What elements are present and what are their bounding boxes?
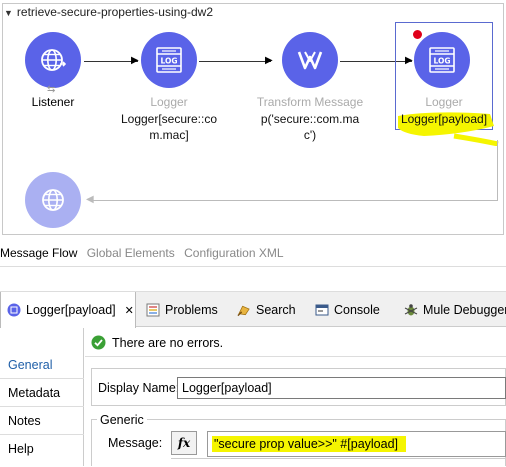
tab-search-label: Search <box>256 303 296 317</box>
tab-problems-label: Problems <box>165 303 218 317</box>
transform-detail: p('secure::com.ma c') <box>250 111 370 143</box>
logger-label-1: Logger <box>150 95 188 109</box>
logger-detail-1: Logger[secure::co m.mac] <box>109 111 229 143</box>
nav-help[interactable]: Help <box>8 442 34 456</box>
status-row: There are no errors. <box>91 335 223 350</box>
log-icon: LOG <box>156 47 182 73</box>
logger-detail-1-line1: Logger[secure::co <box>120 112 218 126</box>
breakpoint-icon[interactable] <box>413 30 422 39</box>
nav-general[interactable]: General <box>8 358 52 372</box>
message-input[interactable]: "secure prop value>>" #[payload] <box>207 431 506 457</box>
close-icon[interactable]: ✕ <box>125 304 134 317</box>
status-message: There are no errors. <box>112 335 224 350</box>
check-icon <box>91 335 106 350</box>
generic-group-title: Generic <box>97 413 147 427</box>
properties-nav: General Metadata Notes Help <box>0 328 84 466</box>
arrow-head-icon: ◀ <box>86 194 94 205</box>
search-icon <box>237 303 251 317</box>
log-text: LOG <box>160 57 177 66</box>
logger-node-1[interactable]: LOG <box>141 32 197 88</box>
log-text: LOG <box>433 57 450 66</box>
display-name-label: Display Name: <box>98 381 180 395</box>
nav-divider <box>0 434 84 435</box>
tab-logger-label: Logger[payload] <box>26 303 116 317</box>
display-name-input[interactable]: Logger[payload] <box>177 377 506 399</box>
logger-node-2[interactable]: LOG <box>414 32 470 88</box>
fx-expression-toggle[interactable]: fx <box>171 431 197 455</box>
tab-search[interactable]: Search <box>237 292 296 328</box>
logger-tab-icon <box>7 303 21 317</box>
transform-detail-line1: p('secure::com.ma <box>260 112 360 126</box>
listener-node[interactable] <box>25 32 81 88</box>
transform-detail-line2: c') <box>303 128 317 142</box>
response-arrow <box>93 200 498 201</box>
tab-mule-debugger-label: Mule Debugger <box>423 303 506 317</box>
logger-detail-1-line2: m.mac] <box>149 128 189 142</box>
tab-console-label: Console <box>334 303 380 317</box>
problems-icon <box>146 303 160 317</box>
response-connector <box>497 140 498 201</box>
message-value: "secure prop value>>" #[payload] <box>212 436 406 452</box>
arrow-head-icon: ▶ <box>265 55 273 66</box>
response-listener-node[interactable] <box>25 172 81 228</box>
flow-title[interactable]: ▼ retrieve-secure-properties-using-dw2 <box>4 5 213 19</box>
transform-icon <box>297 51 323 70</box>
flow-canvas: ▼ retrieve-secure-properties-using-dw2 ⇆ … <box>0 0 506 242</box>
arrow-head-icon: ▶ <box>131 55 139 66</box>
log-icon: LOG <box>429 47 455 73</box>
tab-message-flow[interactable]: Message Flow <box>0 246 77 260</box>
tab-console[interactable]: Console <box>315 292 380 328</box>
editor-tabs: Message Flow Global Elements Configurati… <box>0 246 290 266</box>
tab-configuration-xml[interactable]: Configuration XML <box>184 246 283 260</box>
tab-mule-debugger[interactable]: Mule Debugger <box>404 292 506 328</box>
flow-arrow <box>84 61 138 62</box>
debugger-icon <box>404 303 418 317</box>
console-icon <box>315 303 329 317</box>
transform-node[interactable] <box>282 32 338 88</box>
nav-divider <box>0 406 84 407</box>
divider <box>0 266 506 267</box>
message-label: Message: <box>108 436 163 450</box>
transform-label: Transform Message <box>256 95 364 109</box>
tab-global-elements[interactable]: Global Elements <box>87 246 175 260</box>
nav-notes[interactable]: Notes <box>8 414 41 428</box>
views-tabbar: Logger[payload] ✕ Problems Search Consol… <box>0 291 506 328</box>
logger-detail-2: Logger[payload] <box>400 112 488 126</box>
connection-indicator-icon: ⇆ <box>47 84 56 95</box>
flow-arrow <box>199 61 271 62</box>
tab-logger-properties[interactable]: Logger[payload] ✕ <box>0 292 136 328</box>
nav-divider <box>0 378 84 379</box>
listener-label: Listener <box>31 95 75 109</box>
tab-problems[interactable]: Problems <box>146 292 218 328</box>
collapse-triangle-icon[interactable]: ▼ <box>4 8 13 18</box>
nav-metadata[interactable]: Metadata <box>8 386 60 400</box>
globe-icon <box>42 189 64 211</box>
divider <box>85 356 506 357</box>
globe-icon <box>41 49 66 71</box>
